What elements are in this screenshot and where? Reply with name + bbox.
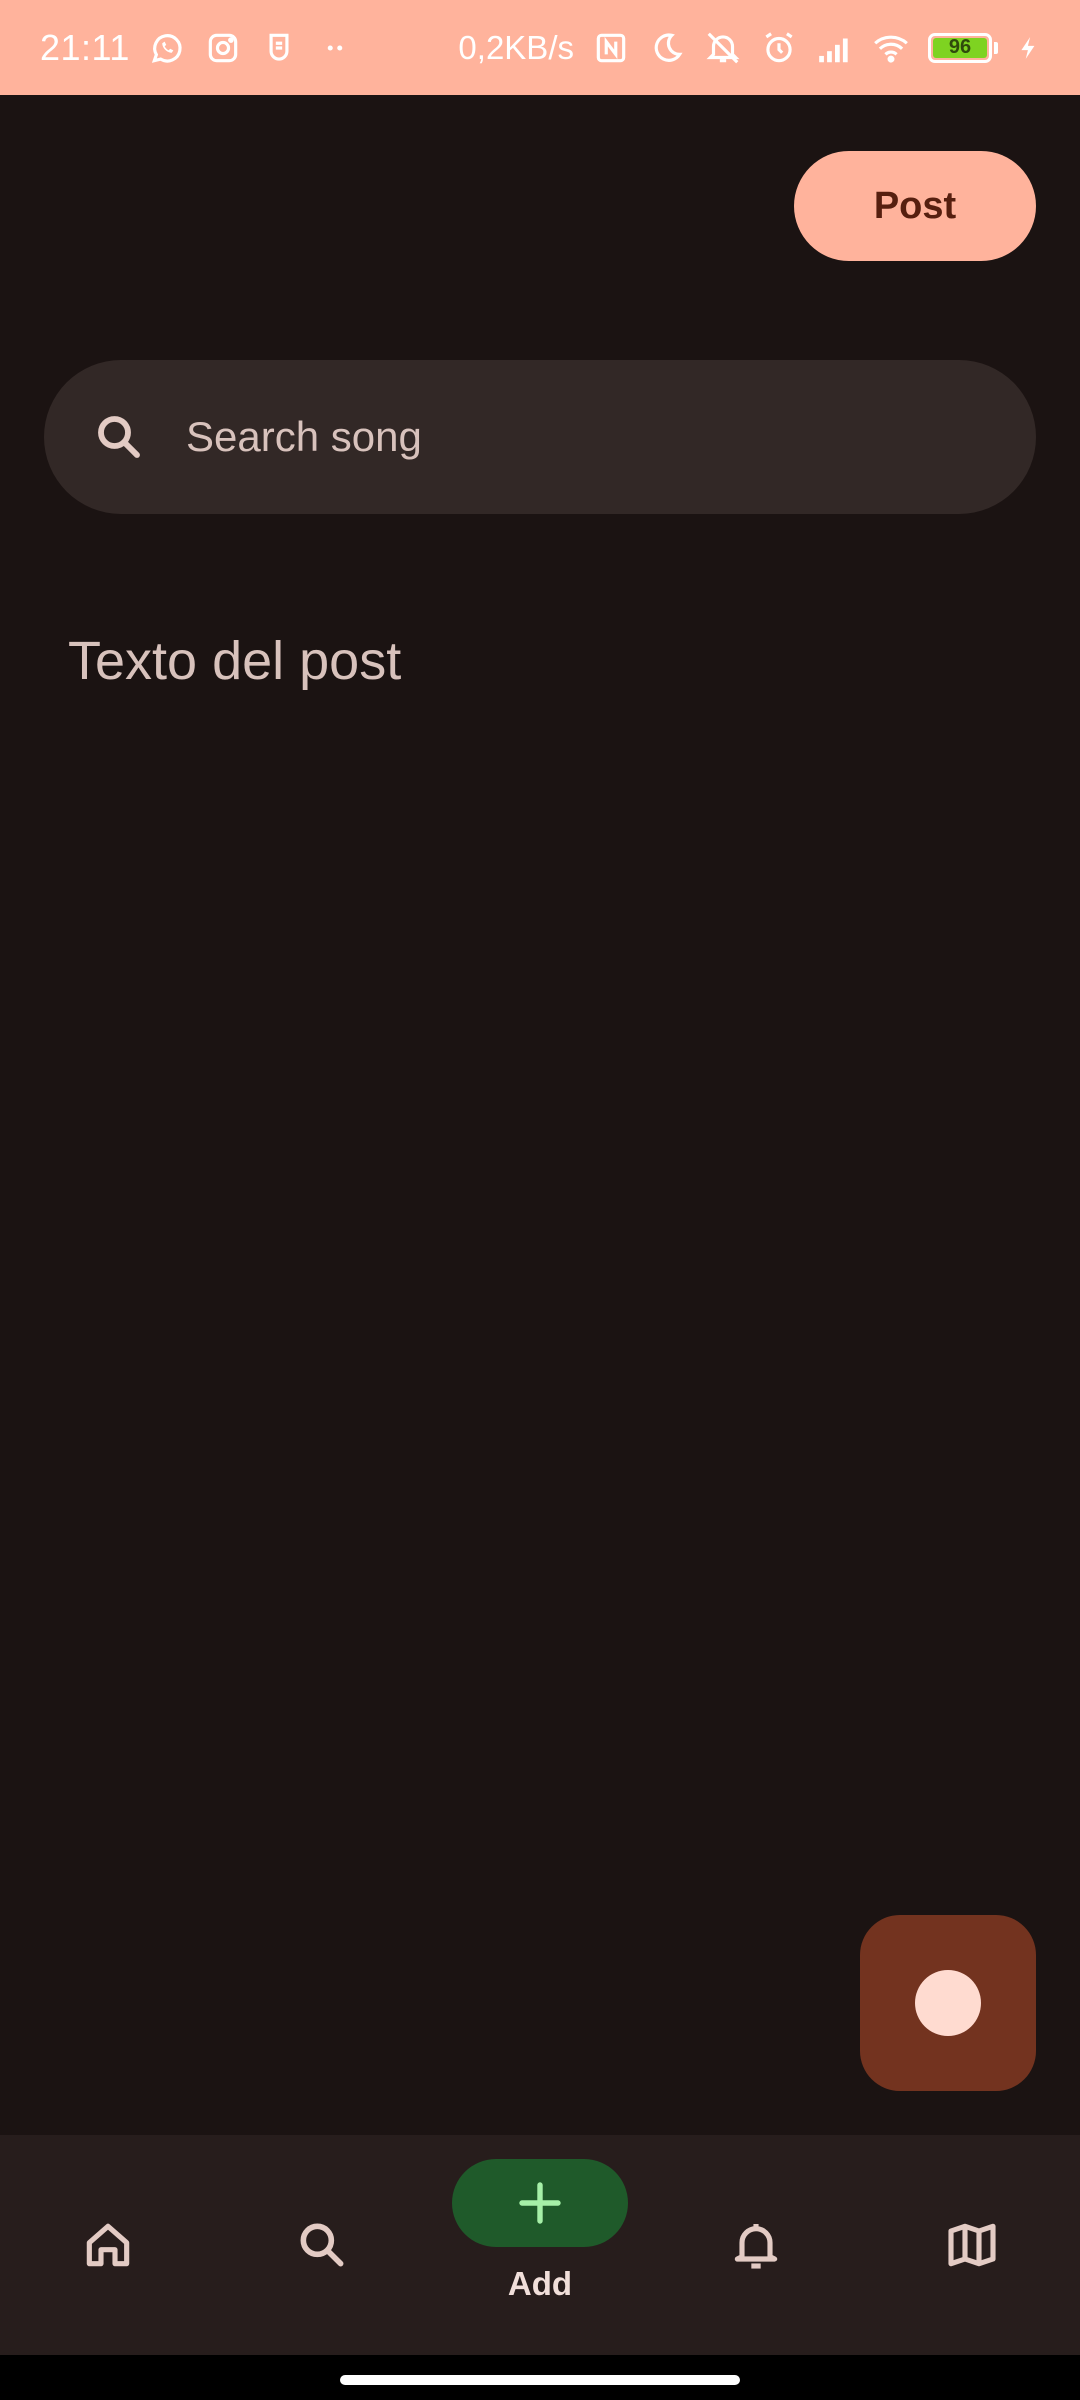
bell-icon	[728, 2217, 784, 2273]
record-button[interactable]	[860, 1915, 1036, 2091]
charging-icon	[1016, 29, 1042, 67]
whatsapp-icon	[148, 29, 186, 67]
nfc-icon	[592, 29, 630, 67]
battery-icon: 96	[928, 32, 998, 63]
post-text-field[interactable]	[68, 630, 1012, 750]
nav-item-map[interactable]	[872, 2135, 1072, 2355]
bottom-navigation: Add	[0, 2135, 1080, 2355]
status-time: 21:11	[40, 26, 130, 68]
record-icon	[915, 1970, 981, 2036]
search-input[interactable]	[186, 413, 946, 461]
alarm-icon	[760, 29, 798, 67]
search-icon	[92, 410, 146, 464]
nav-item-search[interactable]	[222, 2135, 422, 2355]
search-icon	[294, 2217, 350, 2273]
status-right: 0,2KB/s 96	[458, 29, 1042, 67]
muted-bell-icon	[704, 29, 742, 67]
nav-item-notifications[interactable]	[656, 2135, 856, 2355]
battery-level: 96	[933, 36, 987, 58]
app-icon	[260, 29, 298, 67]
search-bar[interactable]	[44, 360, 1036, 514]
nav-item-add[interactable]: Add	[440, 2135, 640, 2355]
nav-label-add: Add	[507, 2265, 573, 2302]
more-dots-icon	[316, 29, 354, 67]
status-left: 21:11	[40, 27, 354, 69]
nav-item-home[interactable]	[8, 2135, 208, 2355]
instagram-icon	[204, 29, 242, 67]
signal-icon	[816, 29, 854, 67]
home-icon	[80, 2217, 136, 2273]
home-gesture-handle[interactable]	[340, 2375, 740, 2385]
wifi-icon	[872, 29, 910, 67]
map-icon	[944, 2217, 1000, 2273]
plus-icon	[452, 2159, 628, 2247]
post-button[interactable]: Post	[794, 151, 1036, 261]
network-speed: 0,2KB/s	[458, 28, 574, 66]
moon-icon	[648, 29, 686, 67]
gesture-bar	[0, 2355, 1080, 2400]
status-bar: 21:11 0,2KB/s 96	[0, 0, 1080, 95]
